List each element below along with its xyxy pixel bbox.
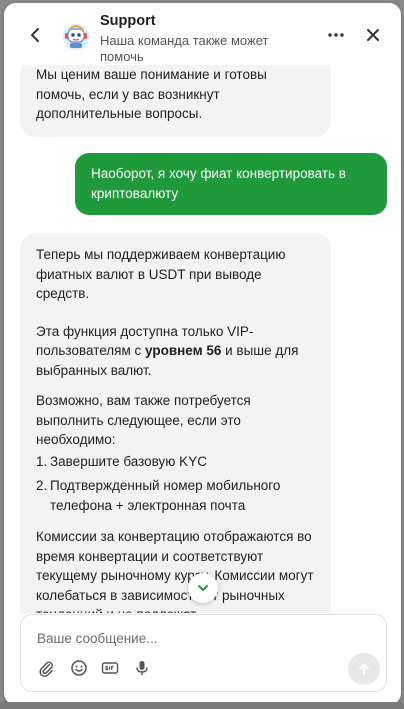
scroll-to-bottom-button[interactable] bbox=[188, 573, 218, 603]
microphone-icon bbox=[136, 661, 148, 675]
list-item-text: Завершите базовую KYC bbox=[50, 453, 207, 469]
message-paragraph: Эта функция доступна только VIP-пользова… bbox=[36, 322, 315, 381]
chat-subtitle: Наша команда также может помочь bbox=[100, 33, 269, 61]
chevron-left-icon bbox=[31, 28, 39, 42]
message-paragraph: Теперь мы поддерживаем конвертацию фиатн… bbox=[36, 247, 286, 301]
message-paragraph: Комиссии за конвертацию отображаются во … bbox=[36, 529, 314, 613]
voice-input-button[interactable] bbox=[133, 659, 151, 677]
incoming-message: Мы ценим ваше понимание и готовы помочь,… bbox=[20, 65, 331, 137]
incoming-message: Теперь мы поддерживаем конвертацию фиатн… bbox=[20, 233, 331, 613]
requirements-list: 1. Завершите базовую KYC 2. Подтвержденн… bbox=[36, 452, 315, 516]
more-horizontal-icon bbox=[328, 33, 344, 37]
chevron-down-icon bbox=[198, 585, 208, 591]
message-list[interactable]: Мы ценим ваше понимание и готовы помочь,… bbox=[4, 65, 401, 613]
vip-level-text: уровнем 56 bbox=[145, 343, 222, 358]
message-text: Наоборот, я хочу фиат конвертировать в к… bbox=[91, 166, 346, 201]
list-item: 2. Подтвержденный номер мобильного телеф… bbox=[36, 476, 315, 515]
message-paragraph: Возможно, вам также потребуется выполнит… bbox=[36, 393, 251, 447]
list-item-text: Подтвержденный номер мобильного телефона… bbox=[50, 478, 281, 513]
attach-button[interactable] bbox=[37, 659, 55, 677]
list-number: 1. bbox=[36, 453, 48, 469]
message-input[interactable] bbox=[37, 627, 367, 649]
chat-header: Support Наша команда также может помочь bbox=[4, 3, 401, 65]
gif-icon bbox=[101, 662, 119, 674]
list-number: 2. bbox=[36, 478, 48, 493]
close-button[interactable] bbox=[363, 25, 383, 45]
emoji-button[interactable] bbox=[70, 659, 88, 677]
outgoing-message: Наоборот, я хочу фиат конвертировать в к… bbox=[75, 153, 387, 215]
gif-button[interactable] bbox=[101, 659, 119, 677]
background-strip bbox=[0, 702, 404, 709]
close-icon bbox=[367, 29, 379, 41]
list-item: 1. Завершите базовую KYC bbox=[36, 452, 315, 472]
paperclip-icon bbox=[39, 661, 53, 677]
more-options-button[interactable] bbox=[326, 26, 346, 44]
smiley-icon bbox=[71, 660, 87, 676]
send-button[interactable] bbox=[348, 653, 380, 685]
support-chat-window: Support Наша команда также может помочь … bbox=[4, 3, 401, 705]
arrow-up-icon bbox=[359, 663, 369, 675]
chat-title: Support bbox=[100, 13, 156, 29]
support-avatar bbox=[60, 20, 92, 52]
message-text: Мы ценим ваше понимание и готовы помочь,… bbox=[36, 67, 267, 121]
back-button[interactable] bbox=[26, 25, 46, 45]
message-composer bbox=[20, 614, 387, 692]
